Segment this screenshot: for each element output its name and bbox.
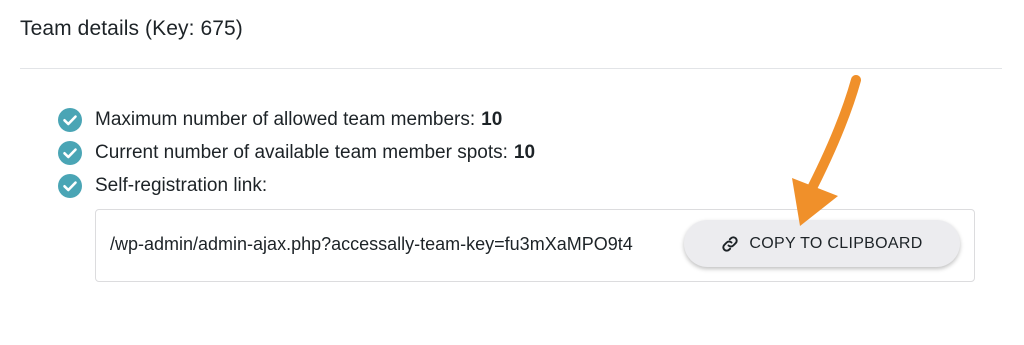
copy-button-label: COPY TO CLIPBOARD: [749, 234, 923, 252]
registration-link-box: /wp-admin/admin-ajax.php?accessally-team…: [95, 209, 975, 282]
info-label: Self-registration link:: [95, 174, 268, 196]
divider: [20, 68, 1002, 69]
list-item-self-registration: Self-registration link:: [58, 169, 535, 202]
registration-link-url[interactable]: /wp-admin/admin-ajax.php?accessally-team…: [110, 234, 633, 255]
team-details-panel: Team details (Key: 675) Maximum number o…: [0, 0, 1024, 345]
list-item-max-members: Maximum number of allowed team members: …: [58, 103, 535, 136]
info-label: Maximum number of allowed team members:: [95, 108, 476, 130]
copy-to-clipboard-button[interactable]: COPY TO CLIPBOARD: [684, 220, 960, 267]
list-item-available-spots: Current number of available team member …: [58, 136, 535, 169]
check-circle-icon: [58, 140, 82, 165]
team-info-list: Maximum number of allowed team members: …: [58, 103, 535, 202]
check-circle-icon: [58, 107, 82, 132]
info-value: 10: [481, 108, 503, 130]
info-label: Current number of available team member …: [95, 141, 508, 163]
section-title: Team details (Key: 675): [20, 17, 243, 40]
check-circle-icon: [58, 173, 82, 198]
info-value: 10: [513, 141, 536, 163]
link-icon: [721, 235, 739, 253]
